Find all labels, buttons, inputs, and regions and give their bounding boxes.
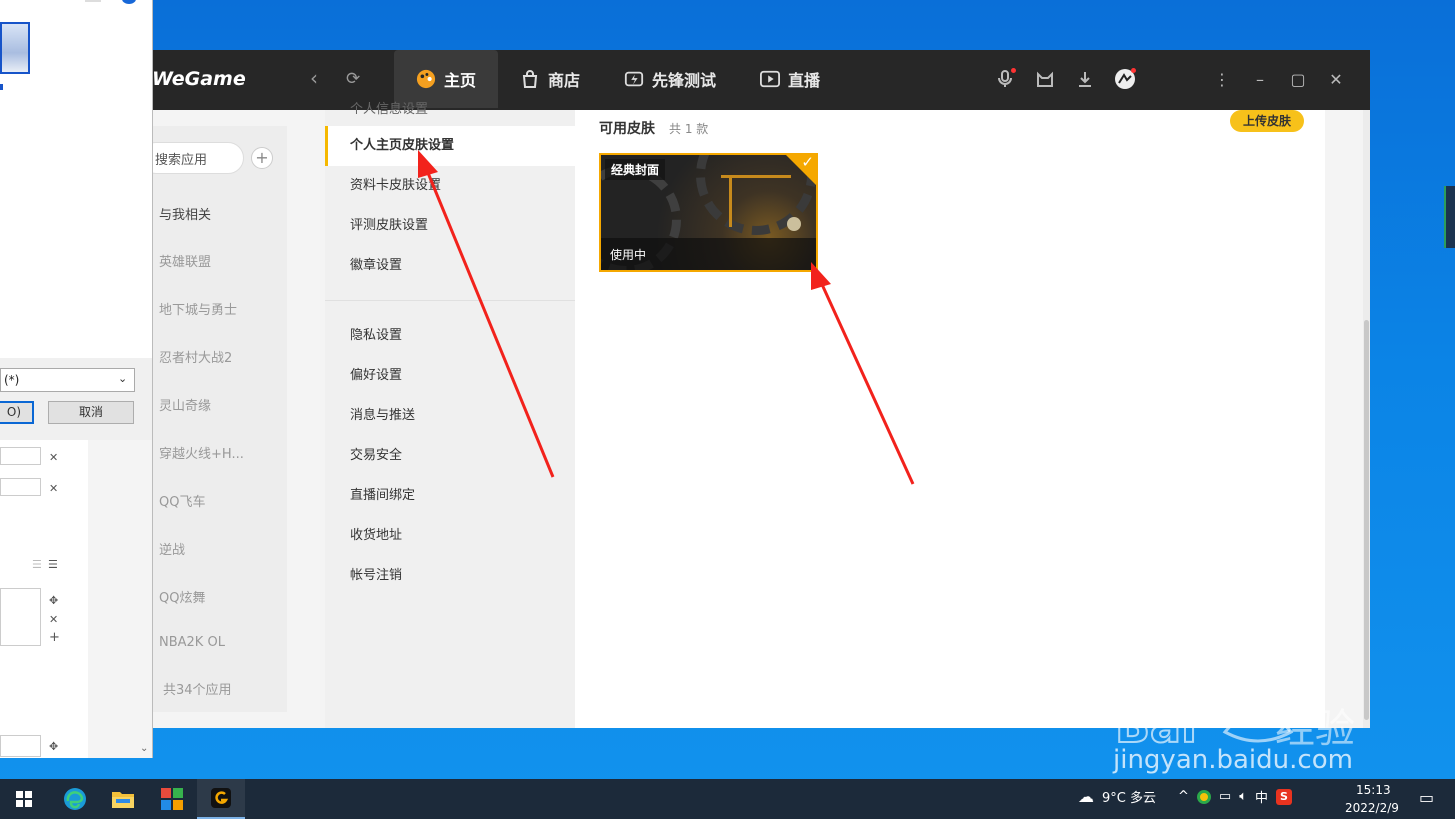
ime-indicator[interactable]: 中 <box>1255 787 1268 806</box>
notification-icon[interactable]: ▭ <box>1419 788 1434 807</box>
file-explorer-icon[interactable] <box>99 779 147 819</box>
weather-text[interactable]: 9°C 多云 <box>1102 787 1156 806</box>
wegame-icon[interactable] <box>197 779 245 819</box>
clock-time[interactable]: 15:13 <box>1356 783 1391 797</box>
clock-date[interactable]: 2022/2/9 <box>1345 801 1399 815</box>
edge-icon[interactable] <box>51 779 99 819</box>
cloud-icon[interactable]: ☁ <box>1078 787 1094 806</box>
volume-icon[interactable]: 🔈︎ <box>1239 789 1247 804</box>
system-tray: ☁ 9°C 多云 ^ ▭ 🔈︎ 中 S <box>1078 787 1293 806</box>
chevron-up-icon[interactable]: ^ <box>1178 789 1189 804</box>
taskbar: ☁ 9°C 多云 ^ ▭ 🔈︎ 中 S <box>0 779 1455 819</box>
annotation-arrows <box>418 150 915 485</box>
app-store-icon[interactable] <box>148 779 196 819</box>
windows-start-icon[interactable] <box>0 779 48 819</box>
security-icon[interactable] <box>1196 789 1211 804</box>
sogou-icon[interactable]: S <box>1276 788 1293 805</box>
network-icon[interactable]: ▭ <box>1219 789 1231 804</box>
